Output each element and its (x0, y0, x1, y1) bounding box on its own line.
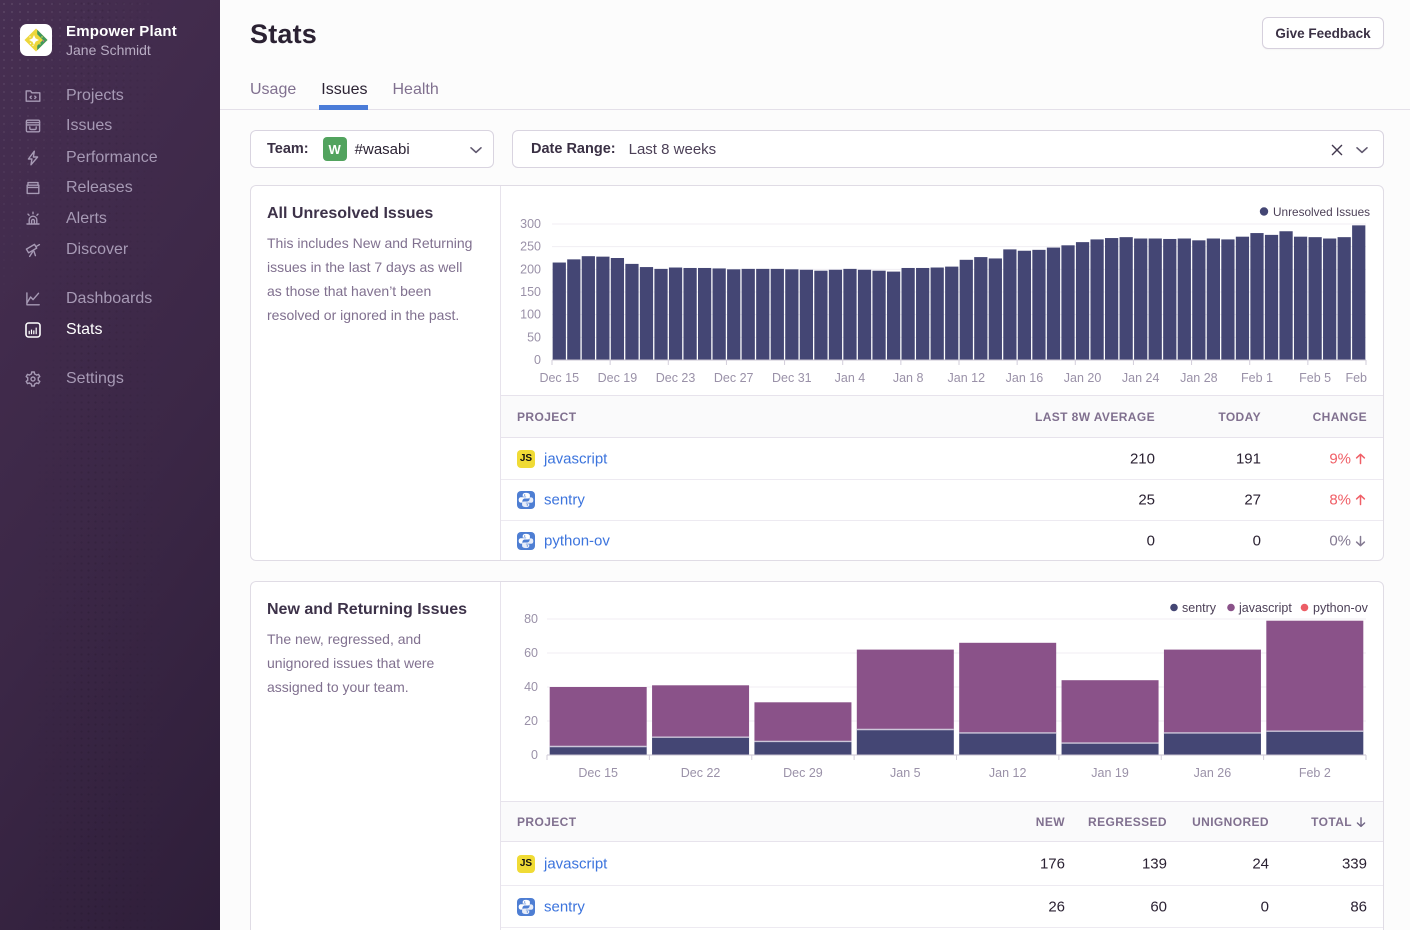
svg-text:60: 60 (524, 646, 538, 660)
svg-text:200: 200 (520, 262, 541, 276)
svg-text:Jan 26: Jan 26 (1194, 766, 1232, 780)
svg-text:Feb 5: Feb 5 (1299, 371, 1331, 385)
svg-text:Dec 27: Dec 27 (714, 371, 754, 385)
svg-text:Feb 1: Feb 1 (1241, 371, 1273, 385)
svg-text:Dec 19: Dec 19 (598, 371, 638, 385)
svg-text:Dec 23: Dec 23 (656, 371, 696, 385)
svg-text:Jan 19: Jan 19 (1091, 766, 1129, 780)
svg-text:Feb 2: Feb 2 (1299, 766, 1331, 780)
svg-text:javascript: javascript (1238, 601, 1292, 615)
svg-text:20: 20 (524, 714, 538, 728)
svg-text:Dec 15: Dec 15 (578, 766, 618, 780)
svg-text:Jan 4: Jan 4 (835, 371, 866, 385)
svg-text:300: 300 (520, 217, 541, 231)
svg-text:Dec 22: Dec 22 (681, 766, 721, 780)
svg-text:Jan 16: Jan 16 (1006, 371, 1044, 385)
svg-text:Jan 12: Jan 12 (989, 766, 1027, 780)
svg-text:150: 150 (520, 285, 541, 299)
svg-text:Feb: Feb (1345, 371, 1367, 385)
svg-text:Jan 12: Jan 12 (948, 371, 986, 385)
svg-text:Jan 24: Jan 24 (1122, 371, 1160, 385)
svg-text:Jan 28: Jan 28 (1180, 371, 1218, 385)
svg-text:80: 80 (524, 612, 538, 626)
svg-text:Dec 15: Dec 15 (539, 371, 579, 385)
svg-text:Unresolved Issues: Unresolved Issues (1273, 205, 1370, 219)
svg-text:Jan 5: Jan 5 (890, 766, 921, 780)
svg-text:Jan 8: Jan 8 (893, 371, 924, 385)
svg-text:0: 0 (531, 748, 538, 762)
svg-text:50: 50 (527, 330, 541, 344)
svg-text:250: 250 (520, 240, 541, 254)
svg-text:40: 40 (524, 680, 538, 694)
svg-text:100: 100 (520, 308, 541, 322)
svg-text:Dec 31: Dec 31 (772, 371, 812, 385)
svg-text:python-ov: python-ov (1313, 601, 1369, 615)
svg-text:Jan 20: Jan 20 (1064, 371, 1102, 385)
svg-text:sentry: sentry (1182, 601, 1217, 615)
svg-text:Dec 29: Dec 29 (783, 766, 823, 780)
svg-text:0: 0 (534, 353, 541, 367)
